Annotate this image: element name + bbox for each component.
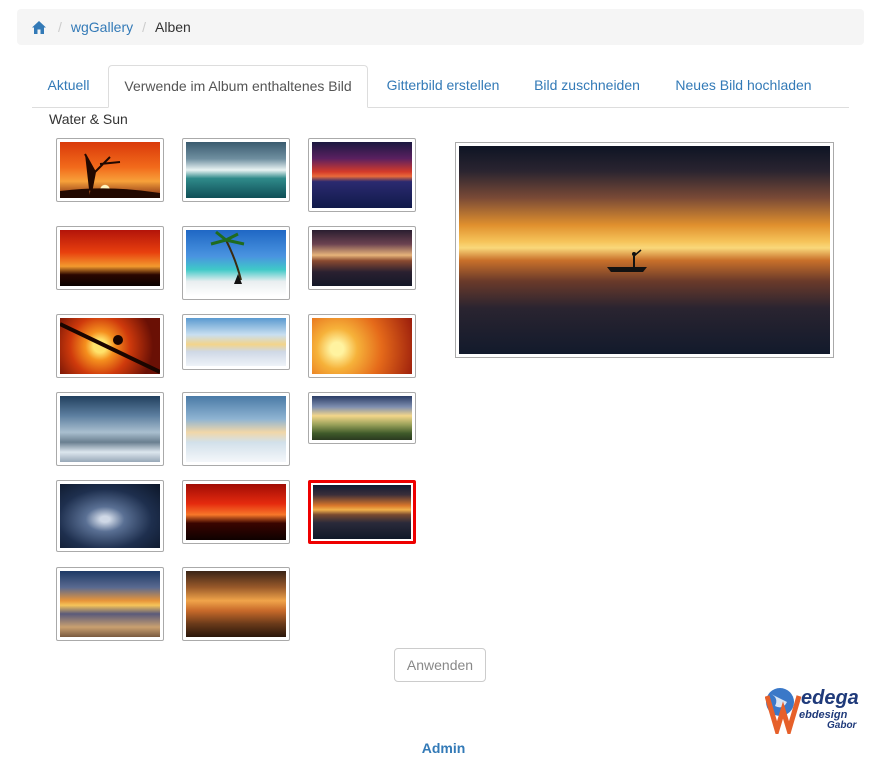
thumbnail-11[interactable]	[182, 392, 290, 466]
thumbnail-13[interactable]	[56, 480, 164, 552]
thumbnail-16[interactable]	[56, 567, 164, 641]
thumbnail-2[interactable]	[182, 138, 290, 202]
thumbnail-15-selected[interactable]	[308, 480, 416, 544]
thumbnail-14[interactable]	[182, 480, 290, 544]
thumbnail-3[interactable]	[308, 138, 416, 212]
breadcrumb-separator: /	[142, 19, 147, 35]
tab-grid-image[interactable]: Gitterbild erstellen	[369, 65, 517, 106]
thumbnail-12[interactable]	[308, 392, 416, 444]
apply-button[interactable]: Anwenden	[394, 648, 486, 682]
breadcrumb-alben: Alben	[155, 19, 191, 35]
tab-crop-image[interactable]: Bild zuschneiden	[519, 65, 655, 106]
logo-text-main: edega	[801, 687, 859, 709]
wedega-logo: edega ebdesign Gabor	[764, 684, 865, 739]
thumbnail-8[interactable]	[182, 314, 290, 370]
thumbnail-7[interactable]	[56, 314, 164, 378]
thumbnail-6[interactable]	[308, 226, 416, 290]
breadcrumb: / wgGallery / Alben	[17, 9, 864, 45]
thumbnail-9[interactable]	[308, 314, 416, 378]
tab-upload-image[interactable]: Neues Bild hochladen	[659, 65, 828, 106]
thumbnail-4[interactable]	[56, 226, 164, 290]
tab-bar: Aktuell Verwende im Album enthaltenes Bi…	[32, 65, 849, 108]
tab-album-image[interactable]: Verwende im Album enthaltenes Bild	[108, 65, 368, 108]
tab-aktuell[interactable]: Aktuell	[32, 65, 105, 106]
thumbnail-5[interactable]	[182, 226, 290, 300]
thumbnail-17[interactable]	[182, 567, 290, 641]
logo-text-sub2: Gabor	[827, 720, 858, 731]
selected-image-preview	[455, 142, 834, 358]
admin-link[interactable]: Admin	[0, 740, 887, 756]
album-title: Water & Sun	[49, 111, 128, 127]
thumbnail-1[interactable]	[56, 138, 164, 202]
thumbnail-10[interactable]	[56, 392, 164, 466]
breadcrumb-separator: /	[58, 19, 62, 35]
breadcrumb-wggallery[interactable]: wgGallery	[71, 19, 133, 35]
home-icon[interactable]	[31, 18, 49, 36]
